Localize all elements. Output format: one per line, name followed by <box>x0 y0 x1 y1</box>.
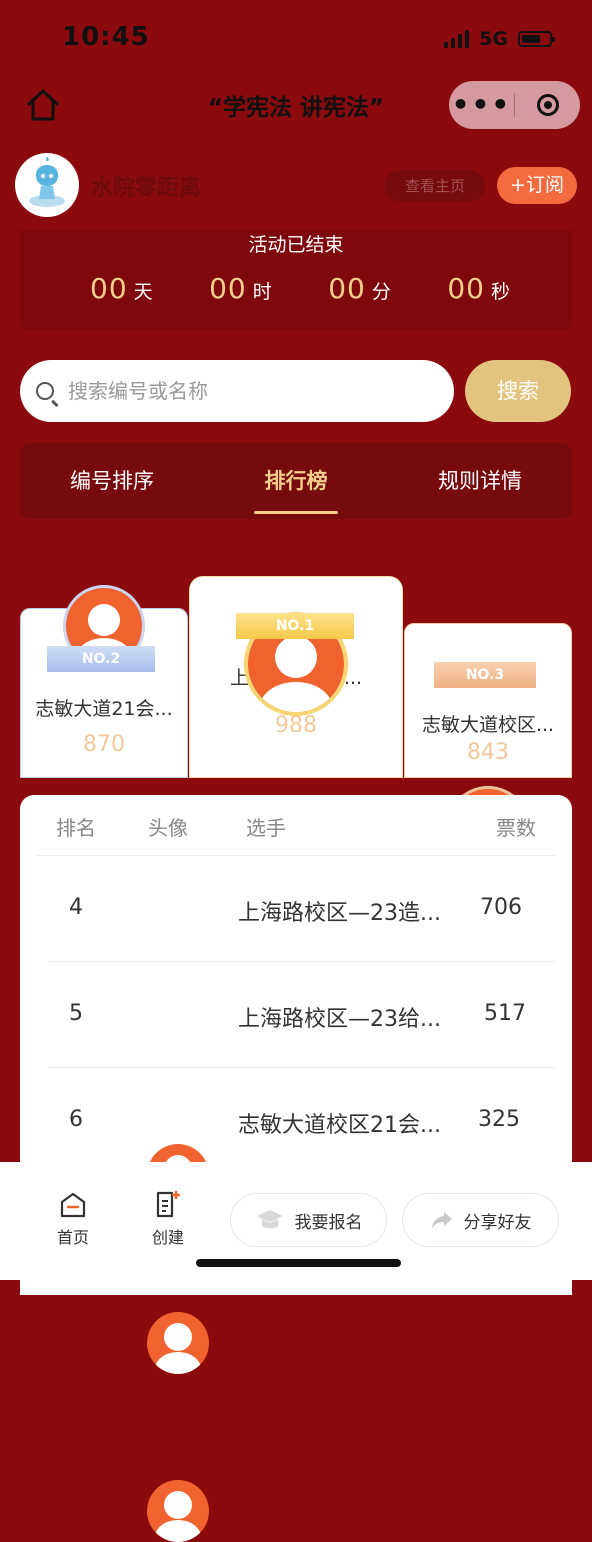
rank-badge-no1: NO.1 <box>236 613 354 639</box>
countdown-unit: 秒 <box>490 281 510 303</box>
podium-name: 志敏大道21会... <box>35 698 173 720</box>
search-input[interactable] <box>66 378 430 404</box>
more-icon[interactable]: ••• <box>449 91 514 119</box>
countdown-value: 00 <box>447 272 485 305</box>
avatar[interactable] <box>147 1312 209 1374</box>
signal-icon <box>444 30 470 48</box>
header-votes: 票数 <box>496 816 536 840</box>
podium-third[interactable]: 志敏大道校区... 843 <box>404 623 572 778</box>
share-button[interactable]: 分享好友 <box>402 1193 559 1247</box>
search-button[interactable]: 搜索 <box>465 360 571 422</box>
podium-votes: 843 <box>467 740 509 765</box>
podium-name: 志敏大道校区... <box>421 714 555 736</box>
divider <box>48 1067 556 1068</box>
row-votes: 706 <box>480 895 522 920</box>
home-tab-icon <box>60 1192 86 1218</box>
nav-create[interactable]: 创建 <box>141 1188 195 1248</box>
row-rank: 4 <box>69 895 83 920</box>
subscribe-button[interactable]: +订阅 <box>497 167 577 204</box>
battery-icon <box>518 31 555 47</box>
row-votes: 325 <box>478 1107 520 1132</box>
tab-number-order[interactable]: 编号排序 <box>20 443 204 519</box>
status-time: 10:45 <box>62 22 150 52</box>
close-miniprogram-button[interactable] <box>515 94 580 116</box>
countdown-hours: 00 时 <box>209 272 272 305</box>
miniprogram-capsule: ••• <box>449 81 580 129</box>
nav-home-label: 首页 <box>56 1228 89 1247</box>
search-icon <box>36 382 54 400</box>
header-rank: 排名 <box>56 816 96 840</box>
create-icon <box>156 1191 180 1218</box>
tab-ranking[interactable]: 排行榜 <box>204 443 388 519</box>
row-player-name[interactable]: 志敏大道校区21会... <box>238 1107 463 1139</box>
podium-votes: 988 <box>275 713 317 738</box>
view-home-button[interactable]: 查看主页 <box>385 170 485 202</box>
register-button[interactable]: 我要报名 <box>230 1193 387 1247</box>
tab-bar: 编号排序 排行榜 规则详情 <box>20 443 572 519</box>
rank-badge-no3: NO.3 <box>434 662 536 688</box>
target-icon <box>536 94 559 116</box>
row-player-name[interactable]: 上海路校区—23给... <box>238 1001 463 1033</box>
share-icon <box>431 1212 452 1228</box>
graduation-cap-icon <box>256 1210 283 1229</box>
countdown-timer: 00 天 00 时 00 分 00 秒 <box>90 272 510 305</box>
header-player: 选手 <box>246 816 286 840</box>
account-avatar[interactable] <box>15 153 79 217</box>
countdown-value: 00 <box>90 272 128 305</box>
divider <box>36 855 556 856</box>
row-rank: 5 <box>69 1001 83 1026</box>
countdown-unit: 分 <box>371 281 391 303</box>
countdown-unit: 天 <box>133 281 153 303</box>
activity-status: 活动已结束 <box>248 234 344 256</box>
register-label: 我要报名 <box>294 1212 363 1233</box>
countdown-days: 00 天 <box>90 272 153 305</box>
row-player-name[interactable]: 上海路校区—23造... <box>238 895 463 927</box>
search-bar[interactable] <box>20 360 454 422</box>
account-name[interactable]: 水院零距离 <box>91 170 201 202</box>
nav-create-label: 创建 <box>151 1228 184 1247</box>
header-avatar: 头像 <box>148 816 188 840</box>
rank-badge-no2: NO.2 <box>47 646 155 672</box>
podium-votes: 870 <box>83 732 125 757</box>
countdown-unit: 时 <box>252 281 272 303</box>
share-label: 分享好友 <box>463 1212 532 1233</box>
countdown-minutes: 00 分 <box>328 272 391 305</box>
avatar[interactable] <box>147 1480 209 1542</box>
countdown-value: 00 <box>209 272 247 305</box>
divider <box>48 961 556 962</box>
row-votes: 517 <box>484 1001 526 1026</box>
network-label: 5G <box>479 28 508 50</box>
status-indicators: 5G <box>444 28 555 50</box>
nav-home[interactable]: 首页 <box>46 1190 100 1248</box>
row-rank: 6 <box>69 1107 83 1132</box>
countdown-seconds: 00 秒 <box>447 272 510 305</box>
countdown-value: 00 <box>328 272 366 305</box>
tab-rules[interactable]: 规则详情 <box>388 443 572 519</box>
home-indicator <box>196 1259 401 1267</box>
